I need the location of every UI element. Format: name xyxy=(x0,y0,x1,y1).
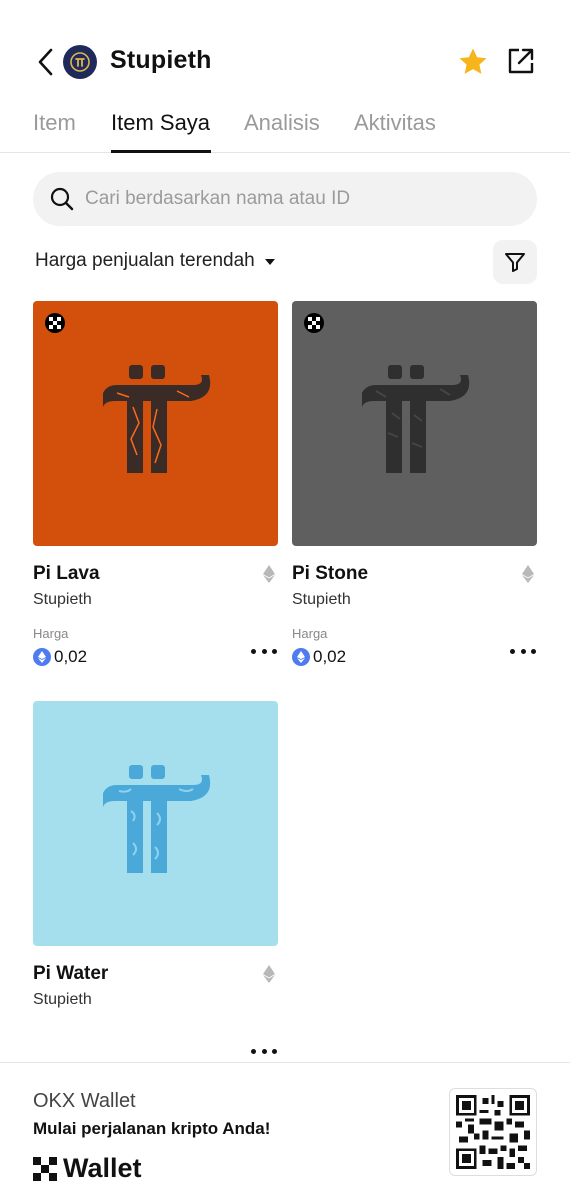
sort-label: Harga penjualan terendah xyxy=(35,250,255,271)
ethereum-icon xyxy=(263,565,275,583)
okx-wallet-logo: Wallet xyxy=(33,1153,142,1184)
nft-price: 0,02 xyxy=(33,647,87,667)
price-label: Harga xyxy=(292,626,328,641)
tab-bar: Item Item Saya Analisis Aktivitas xyxy=(0,100,570,153)
nft-card: Pi Lava Stupieth Harga 0,02 xyxy=(33,301,278,666)
nft-card: Pi Water Stupieth xyxy=(33,701,278,1054)
tab-analisis[interactable]: Analisis xyxy=(244,110,320,136)
price-label: Harga xyxy=(33,626,69,641)
nft-card: Pi Stone Stupieth Harga 0,02 xyxy=(292,301,537,666)
nft-image[interactable] xyxy=(292,301,537,546)
qr-code[interactable] xyxy=(449,1088,537,1176)
okx-badge-icon xyxy=(45,313,65,333)
more-options-icon[interactable] xyxy=(251,1041,277,1061)
tab-item-saya[interactable]: Item Saya xyxy=(111,110,210,136)
ethereum-coin-icon xyxy=(33,648,51,666)
price-value: 0,02 xyxy=(54,647,88,666)
caret-down-icon xyxy=(264,259,275,265)
nft-collection: Stupieth xyxy=(33,591,92,608)
nft-collection: Stupieth xyxy=(33,991,92,1008)
external-link-icon[interactable] xyxy=(507,47,535,75)
pi-logo-icon xyxy=(103,765,211,873)
nft-name: Pi Lava xyxy=(33,563,100,584)
nft-image[interactable] xyxy=(33,701,278,946)
sort-dropdown[interactable]: Harga penjualan terendah xyxy=(35,250,275,272)
footer-title: OKX Wallet xyxy=(33,1090,136,1112)
more-options-icon[interactable] xyxy=(510,641,536,661)
collection-avatar xyxy=(63,45,97,79)
tab-item[interactable]: Item xyxy=(33,110,76,136)
wallet-promo-footer: OKX Wallet Mulai perjalanan kripto Anda!… xyxy=(0,1062,570,1200)
page-title: Stupieth xyxy=(110,46,212,74)
footer-subtitle: Mulai perjalanan kripto Anda! xyxy=(33,1119,271,1138)
ethereum-coin-icon xyxy=(292,648,310,666)
chevron-left-icon[interactable] xyxy=(34,46,58,78)
more-options-icon[interactable] xyxy=(251,641,277,661)
search-bar xyxy=(33,172,537,226)
nft-price: 0,02 xyxy=(292,647,346,667)
price-value: 0,02 xyxy=(313,647,347,666)
pi-coin-icon xyxy=(70,52,90,72)
filter-button[interactable] xyxy=(493,240,537,284)
okx-logo-icon xyxy=(33,1156,57,1181)
filter-icon xyxy=(505,253,525,272)
nft-name: Pi Stone xyxy=(292,563,369,584)
star-icon[interactable] xyxy=(457,46,489,78)
active-tab-indicator xyxy=(111,150,211,153)
nft-image[interactable] xyxy=(33,301,278,546)
search-icon xyxy=(50,187,74,211)
tab-aktivitas[interactable]: Aktivitas xyxy=(354,110,436,136)
nft-collection: Stupieth xyxy=(292,591,351,608)
footer-brand: Wallet xyxy=(63,1153,142,1183)
nft-name: Pi Water xyxy=(33,963,109,984)
pi-logo-icon xyxy=(362,365,470,473)
okx-badge-icon xyxy=(304,313,324,333)
ethereum-icon xyxy=(263,965,275,983)
ethereum-icon xyxy=(522,565,534,583)
search-input[interactable] xyxy=(85,188,505,210)
qr-code-icon xyxy=(456,1095,530,1169)
pi-logo-icon xyxy=(103,365,211,473)
header: Stupieth xyxy=(0,0,570,100)
